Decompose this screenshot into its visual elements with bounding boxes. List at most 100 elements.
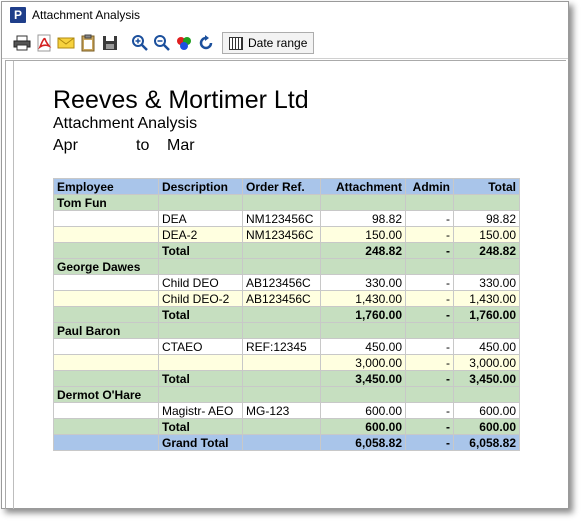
table-cell (53, 306, 159, 323)
table-cell: CTAEO (158, 338, 243, 355)
table-cell (242, 194, 321, 211)
table-row: CTAEO REF:12345 450.00-450.00 (53, 338, 520, 355)
column-header: Admin (405, 178, 454, 195)
window-title: Attachment Analysis (32, 8, 141, 22)
table-cell: - (405, 226, 454, 243)
table-cell: Dermot O'Hare (53, 386, 159, 403)
table-cell: - (405, 402, 454, 419)
table-cell: - (405, 210, 454, 227)
table-cell: 3,000.00 (320, 354, 406, 371)
zoom-in-icon[interactable] (130, 33, 150, 53)
table-cell: Total (158, 370, 243, 387)
app-icon: P (10, 7, 26, 23)
table-cell (53, 354, 159, 371)
column-header: Attachment (320, 178, 406, 195)
total-row: Total 1,760.00-1,760.00 (53, 306, 520, 323)
table-cell (242, 418, 321, 435)
refresh-icon[interactable] (196, 33, 216, 53)
grand-total-row: Grand Total 6,058.82-6,058.82 (53, 434, 520, 451)
table-cell (53, 338, 159, 355)
table-cell: - (405, 370, 454, 387)
table-cell: 6,058.82 (453, 434, 520, 451)
column-header: Order Ref. (242, 178, 321, 195)
table-cell: 98.82 (453, 210, 520, 227)
table-cell: Tom Fun (53, 194, 159, 211)
table-row: Child DEO AB123456C 330.00-330.00 (53, 274, 520, 291)
attachment-table: Employee Description Order Ref. Attachment A… (53, 178, 520, 451)
table-cell (242, 354, 321, 371)
report-title: Attachment Analysis (53, 115, 198, 132)
period-to-word: to (136, 137, 150, 154)
table-cell: 98.82 (320, 210, 406, 227)
table-cell (320, 386, 406, 403)
table-cell (242, 306, 321, 323)
table-cell: - (405, 434, 454, 451)
colors-icon[interactable] (174, 33, 194, 53)
table-row: 3,000.00-3,000.00 (53, 354, 520, 371)
table-cell: 600.00 (453, 402, 520, 419)
table-cell: 6,058.82 (320, 434, 406, 451)
table-cell (242, 386, 321, 403)
table-cell: - (405, 242, 454, 259)
table-cell (405, 194, 454, 211)
total-row: Total 600.00-600.00 (53, 418, 520, 435)
table-cell (405, 322, 454, 339)
table-cell: Total (158, 242, 243, 259)
table-cell: 1,760.00 (320, 306, 406, 323)
table-cell: 600.00 (320, 402, 406, 419)
table-cell (405, 258, 454, 275)
table-cell (53, 226, 159, 243)
report-preview[interactable]: Reeves & Mortimer Ltd Attachment Analysi… (5, 60, 566, 509)
table-cell: 150.00 (453, 226, 520, 243)
date-range-button[interactable]: Date range (222, 32, 315, 54)
email-icon[interactable] (56, 33, 76, 53)
table-cell: Child DEO-2 (158, 290, 243, 307)
table-cell: MG-123 (242, 402, 321, 419)
table-cell: DEA-2 (158, 226, 243, 243)
table-cell: Child DEO (158, 274, 243, 291)
table-cell (53, 274, 159, 291)
table-cell: - (405, 354, 454, 371)
period-to: Mar (167, 137, 195, 154)
table-cell: Total (158, 306, 243, 323)
column-header: Total (453, 178, 520, 195)
table-cell: - (405, 306, 454, 323)
table-cell: 600.00 (320, 418, 406, 435)
table-cell: Total (158, 418, 243, 435)
toolbar: Date range (2, 28, 568, 59)
table-cell (53, 434, 159, 451)
table-cell (53, 418, 159, 435)
pdf-icon[interactable] (34, 33, 54, 53)
table-cell: Paul Baron (53, 322, 159, 339)
table-row: DEA NM123456C 98.82-98.82 (53, 210, 520, 227)
table-cell: NM123456C (242, 226, 321, 243)
table-cell: 248.82 (453, 242, 520, 259)
period-from: Apr (53, 137, 78, 154)
table-cell: AB123456C (242, 290, 321, 307)
table-cell (453, 386, 520, 403)
table-cell (453, 194, 520, 211)
table-cell (242, 258, 321, 275)
table-cell (320, 258, 406, 275)
table-cell (242, 322, 321, 339)
table-cell: 450.00 (320, 338, 406, 355)
table-cell: 150.00 (320, 226, 406, 243)
table-cell (242, 434, 321, 451)
table-cell: Magistr- AEO (158, 402, 243, 419)
table-cell (53, 370, 159, 387)
table-cell: AB123456C (242, 274, 321, 291)
zoom-out-icon[interactable] (152, 33, 172, 53)
employee-row: Paul Baron (53, 322, 520, 339)
table-cell (453, 322, 520, 339)
save-icon[interactable] (100, 33, 120, 53)
column-header: Description (158, 178, 243, 195)
table-cell (453, 258, 520, 275)
clipboard-icon[interactable] (78, 33, 98, 53)
company-name: Reeves & Mortimer Ltd (53, 86, 309, 114)
table-cell (53, 242, 159, 259)
table-cell: - (405, 290, 454, 307)
table-header-row: Employee Description Order Ref. Attachment A… (53, 178, 520, 195)
column-header: Employee (53, 178, 159, 195)
employee-row: George Dawes (53, 258, 520, 275)
print-icon[interactable] (12, 33, 32, 53)
